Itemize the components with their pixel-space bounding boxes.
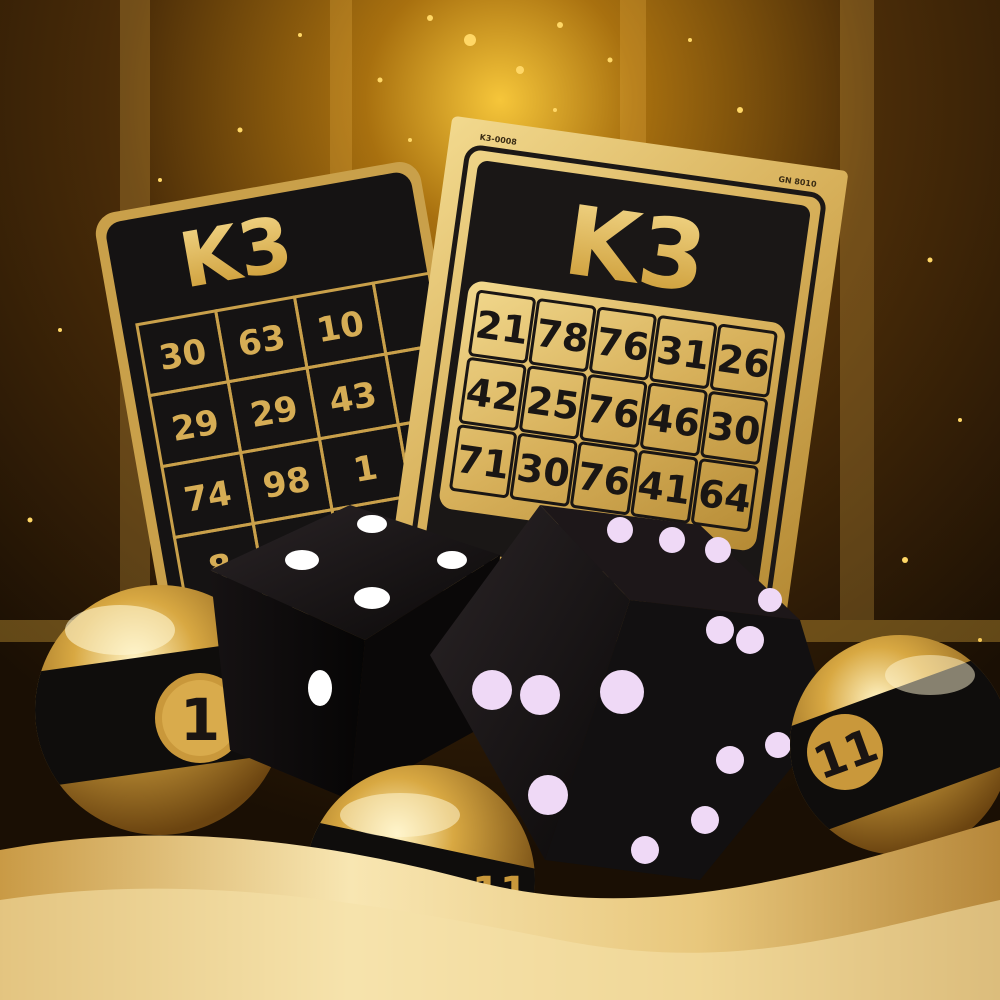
die-left-pip: [357, 515, 387, 533]
back-card-number: 43: [326, 375, 380, 423]
back-card-number: 63: [235, 318, 289, 366]
back-card-number: 29: [169, 402, 223, 450]
die-right-pip: [716, 746, 744, 774]
die-left-pip: [437, 551, 467, 569]
die-right-pip: [631, 836, 659, 864]
front-card-number: 30: [514, 445, 572, 496]
die-right-pip: [472, 670, 512, 710]
die-right-pip: [736, 626, 764, 654]
die-right-pip: [765, 732, 791, 758]
back-card-number: 29: [247, 388, 301, 436]
front-card-number: 76: [575, 454, 633, 505]
front-card-number: 25: [524, 378, 582, 429]
die-right-pip: [758, 588, 782, 612]
back-card-number: 98: [260, 459, 314, 507]
front-card-number: 31: [654, 328, 712, 379]
scene-illustration: K3 306310292943749818 K3-0008 GN 8010 K3…: [0, 0, 1000, 1000]
die-right-pip: [691, 806, 719, 834]
front-card-grid: 21 78 76 31 2642 25 76 46 3071 30 76 41 64: [449, 290, 778, 532]
front-card-number: 78: [533, 311, 591, 362]
die-right-pip: [705, 537, 731, 563]
front-card-number: 42: [463, 370, 521, 421]
die-right-pip: [600, 670, 644, 714]
front-card-number: 30: [705, 403, 763, 454]
front-card-number: 21: [473, 302, 531, 353]
k3-lottery-banner: K3 306310292943749818 K3-0008 GN 8010 K3…: [0, 0, 1000, 1000]
front-card-number: 64: [695, 471, 753, 522]
back-card-number: 74: [181, 473, 235, 521]
die-right-pip: [706, 616, 734, 644]
front-card-number: 76: [584, 386, 642, 437]
ball-left-number: 1: [180, 686, 220, 754]
front-card-number: 26: [714, 336, 772, 387]
die-left-pip: [354, 587, 390, 609]
back-card-number: 30: [156, 331, 210, 379]
front-card-number: 41: [635, 462, 693, 513]
die-left-pip: [285, 550, 319, 570]
die-right-pip: [528, 775, 568, 815]
front-card-number: 76: [594, 319, 652, 370]
die-right-pip: [659, 527, 685, 553]
die-left-pip: [308, 670, 332, 706]
front-card-number: 46: [644, 395, 702, 446]
front-card-title: K3: [558, 184, 713, 315]
die-right-pip: [607, 517, 633, 543]
back-card-number: 10: [314, 304, 368, 352]
die-right-pip: [520, 675, 560, 715]
front-card-number: 71: [454, 437, 512, 488]
